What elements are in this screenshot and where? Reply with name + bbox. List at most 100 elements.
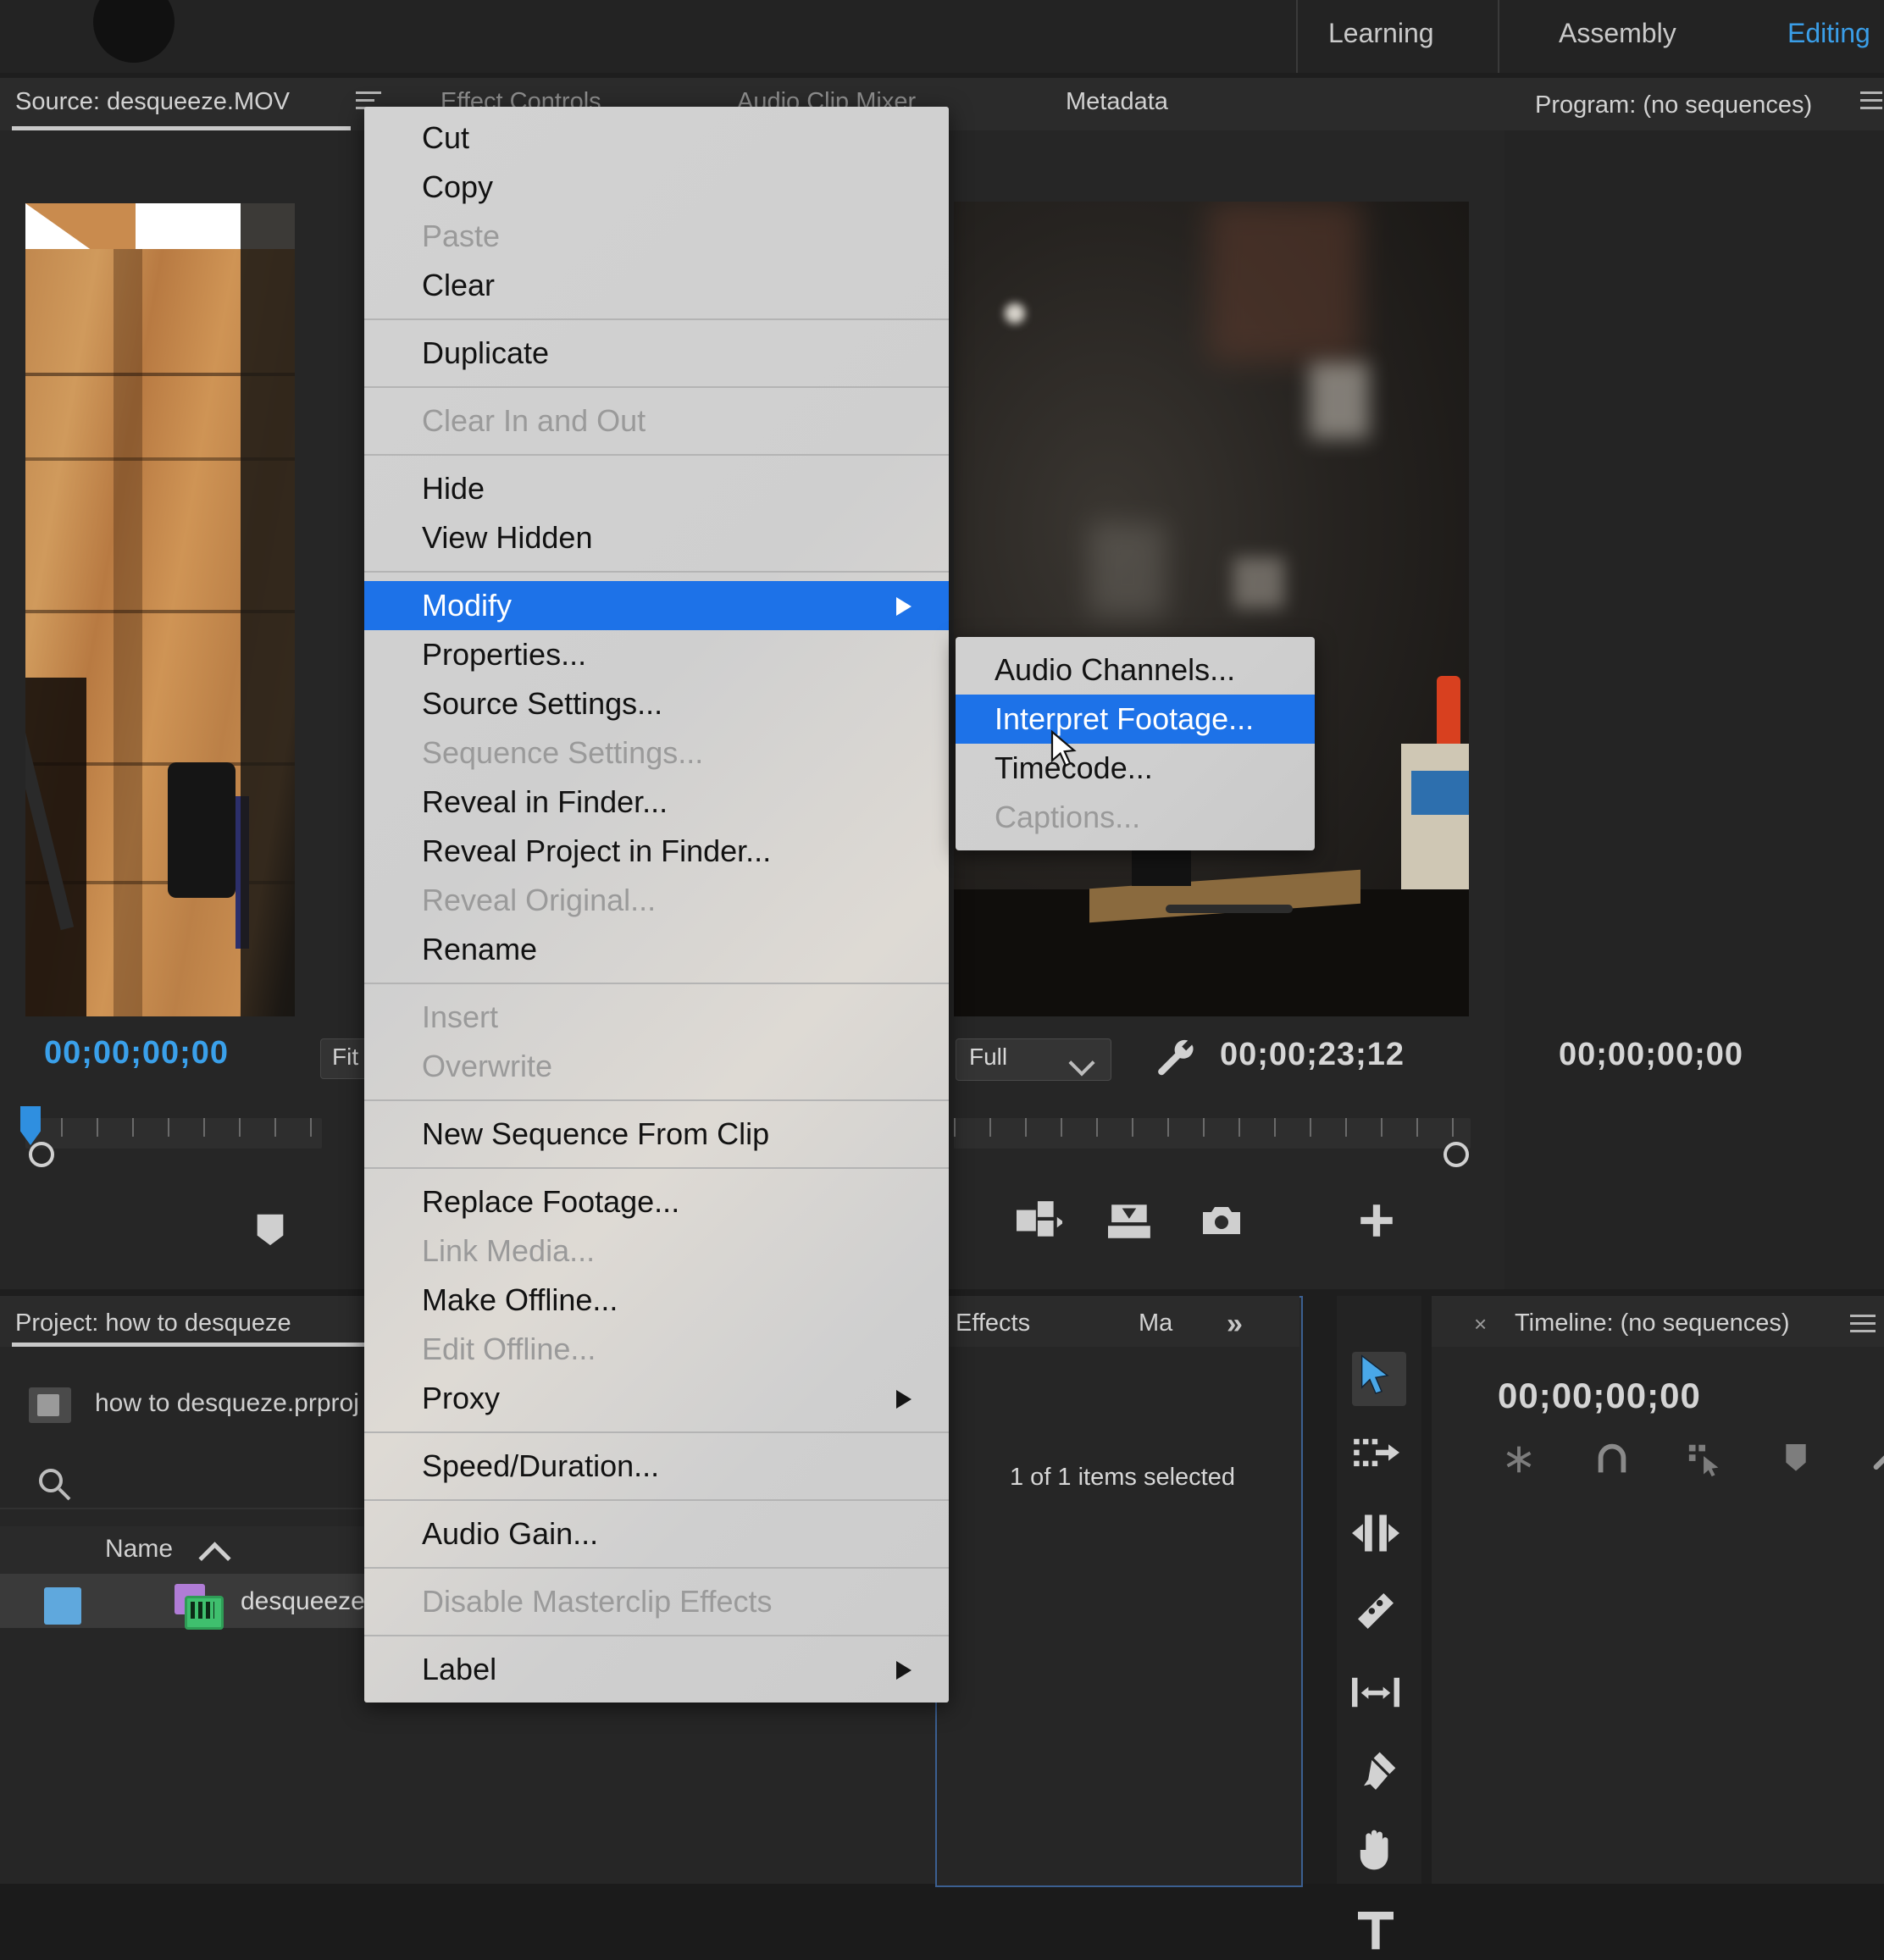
wrench-icon[interactable] <box>1869 1438 1884 1480</box>
marker-icon[interactable] <box>1779 1440 1813 1478</box>
scrub-handle[interactable] <box>29 1142 54 1167</box>
menu-item-reveal-project-in-finder[interactable]: Reveal Project in Finder... <box>364 827 949 876</box>
menu-item-label: Audio Channels... <box>995 652 1236 687</box>
tab-effects[interactable]: Effects <box>956 1299 1030 1352</box>
plus-icon[interactable] <box>1355 1199 1398 1246</box>
submenu-item-interpret-footage[interactable]: Interpret Footage... <box>956 695 1315 744</box>
menu-separator <box>364 983 949 984</box>
type-tool[interactable] <box>1352 1906 1406 1960</box>
nesting-icon[interactable] <box>1499 1440 1538 1483</box>
tab-ma[interactable]: Ma <box>1139 1299 1172 1352</box>
tab-program[interactable]: Program: (no sequences) <box>1535 81 1812 134</box>
program-timecode[interactable]: 00;00;00;00 <box>1559 1037 1743 1073</box>
menu-item-label: Modify <box>422 588 513 623</box>
menu-item-label: Sequence Settings... <box>422 735 704 770</box>
home-button[interactable] <box>93 0 175 63</box>
pen-tool[interactable] <box>1352 1748 1406 1802</box>
menu-item-label: Link Media... <box>422 1233 596 1268</box>
linked-selection-icon[interactable] <box>1686 1440 1725 1483</box>
context-menu[interactable]: Cut Copy Paste Clear Duplicate Clear In and O… <box>364 107 949 1703</box>
project-file-icon <box>29 1387 71 1423</box>
tab-timeline[interactable]: Timeline: (no sequences) <box>1515 1309 1790 1337</box>
workspace-tab-assembly[interactable]: Assembly <box>1559 0 1676 73</box>
menu-item-new-sequence-from-clip[interactable]: New Sequence From Clip <box>364 1110 949 1159</box>
modify-submenu[interactable]: Audio Channels... Interpret Footage... Tim… <box>956 637 1315 850</box>
menu-item-overwrite: Overwrite <box>364 1042 949 1091</box>
menu-item-modify[interactable]: Modify <box>364 581 949 630</box>
menu-item-link-media: Link Media... <box>364 1226 949 1276</box>
column-header-name[interactable]: Name <box>105 1535 173 1564</box>
search-icon[interactable] <box>34 1464 75 1509</box>
submenu-item-audio-channels[interactable]: Audio Channels... <box>956 645 1315 695</box>
tab-metadata[interactable]: Metadata <box>1066 78 1168 130</box>
marker-icon[interactable] <box>251 1210 290 1253</box>
scrub-handle[interactable] <box>1443 1142 1469 1167</box>
menu-item-hide[interactable]: Hide <box>364 464 949 513</box>
razor-tool[interactable] <box>1352 1587 1406 1642</box>
menu-item-rename[interactable]: Rename <box>364 925 949 974</box>
source-current-timecode[interactable]: 00;00;00;00 <box>44 1035 229 1071</box>
menu-separator <box>364 1567 949 1569</box>
menu-item-make-offline[interactable]: Make Offline... <box>364 1276 949 1325</box>
menu-item-sequence-settings: Sequence Settings... <box>364 728 949 778</box>
menu-item-label: Duplicate <box>422 335 550 370</box>
menu-separator <box>364 318 949 320</box>
timeline-timecode[interactable]: 00;00;00;00 <box>1498 1376 1701 1416</box>
quality-dropdown-label: Full <box>969 1044 1008 1070</box>
menu-item-disable-masterclip-effects: Disable Masterclip Effects <box>364 1577 949 1626</box>
effects-panel <box>935 1296 1303 1887</box>
menu-item-audio-gain[interactable]: Audio Gain... <box>364 1509 949 1559</box>
label-color-swatch[interactable] <box>44 1587 81 1625</box>
program-scrub-bar[interactable] <box>954 1118 1471 1167</box>
menu-item-clear[interactable]: Clear <box>364 261 949 310</box>
project-file-name[interactable]: how to desqueze.prproj <box>95 1389 359 1418</box>
menu-item-cut[interactable]: Cut <box>364 114 949 163</box>
menu-item-label: Audio Gain... <box>422 1516 599 1551</box>
menu-item-label: Proxy <box>422 1381 501 1415</box>
close-icon[interactable]: × <box>1474 1311 1487 1337</box>
hand-tool[interactable] <box>1352 1826 1406 1880</box>
submenu-item-timecode[interactable]: Timecode... <box>956 744 1315 793</box>
menu-item-label: Interpret Footage... <box>995 701 1255 736</box>
menu-item-reveal-in-finder[interactable]: Reveal in Finder... <box>364 778 949 827</box>
program-monitor-panel <box>1504 78 1884 1289</box>
wrench-icon[interactable] <box>1152 1035 1200 1087</box>
overwrite-icon[interactable] <box>1108 1201 1154 1244</box>
slip-tool[interactable] <box>1352 1669 1406 1723</box>
selection-tool[interactable] <box>1352 1352 1406 1406</box>
menu-item-copy[interactable]: Copy <box>364 163 949 212</box>
menu-item-speed-duration[interactable]: Speed/Duration... <box>364 1442 949 1491</box>
workspace-tab-learning[interactable]: Learning <box>1328 0 1434 73</box>
snap-magnet-icon[interactable] <box>1593 1440 1632 1483</box>
menu-item-label: Cut <box>422 120 470 155</box>
clip-thumbnail-icon <box>175 1584 224 1630</box>
tools-panel <box>1337 1296 1421 1950</box>
scrub-ticks <box>954 1118 1471 1137</box>
menu-separator <box>364 1431 949 1433</box>
menu-item-proxy[interactable]: Proxy <box>364 1374 949 1423</box>
menu-item-label: Reveal Project in Finder... <box>422 833 772 868</box>
menu-item-label: Clear In and Out <box>422 403 646 438</box>
menu-item-properties[interactable]: Properties... <box>364 630 949 679</box>
menu-item-label[interactable]: Label <box>364 1645 949 1694</box>
hamburger-icon[interactable] <box>1850 1315 1876 1337</box>
export-frame-camera-icon[interactable] <box>1200 1201 1244 1244</box>
menu-item-source-settings[interactable]: Source Settings... <box>364 679 949 728</box>
chevron-double-right-icon[interactable]: » <box>1227 1308 1243 1341</box>
source-scrub-bar[interactable] <box>25 1118 322 1167</box>
menu-item-view-hidden[interactable]: View Hidden <box>364 513 949 562</box>
hamburger-icon[interactable] <box>1860 91 1882 114</box>
ripple-edit-tool[interactable] <box>1352 1509 1406 1564</box>
source-video-preview[interactable] <box>25 203 295 1016</box>
program-video-preview[interactable] <box>954 202 1469 1016</box>
menu-item-duplicate[interactable]: Duplicate <box>364 329 949 378</box>
workspace-tab-editing[interactable]: Editing <box>1787 0 1870 73</box>
source-duration-timecode[interactable]: 00;00;23;12 <box>1220 1037 1405 1073</box>
menu-item-label: New Sequence From Clip <box>422 1116 770 1151</box>
active-tab-underline <box>12 126 351 130</box>
menu-separator <box>364 1635 949 1636</box>
insert-icon[interactable] <box>1017 1201 1065 1244</box>
track-select-forward-tool[interactable] <box>1352 1430 1406 1484</box>
menu-item-replace-footage[interactable]: Replace Footage... <box>364 1177 949 1226</box>
tab-source[interactable]: Source: desqueeze.MOV <box>15 78 290 130</box>
